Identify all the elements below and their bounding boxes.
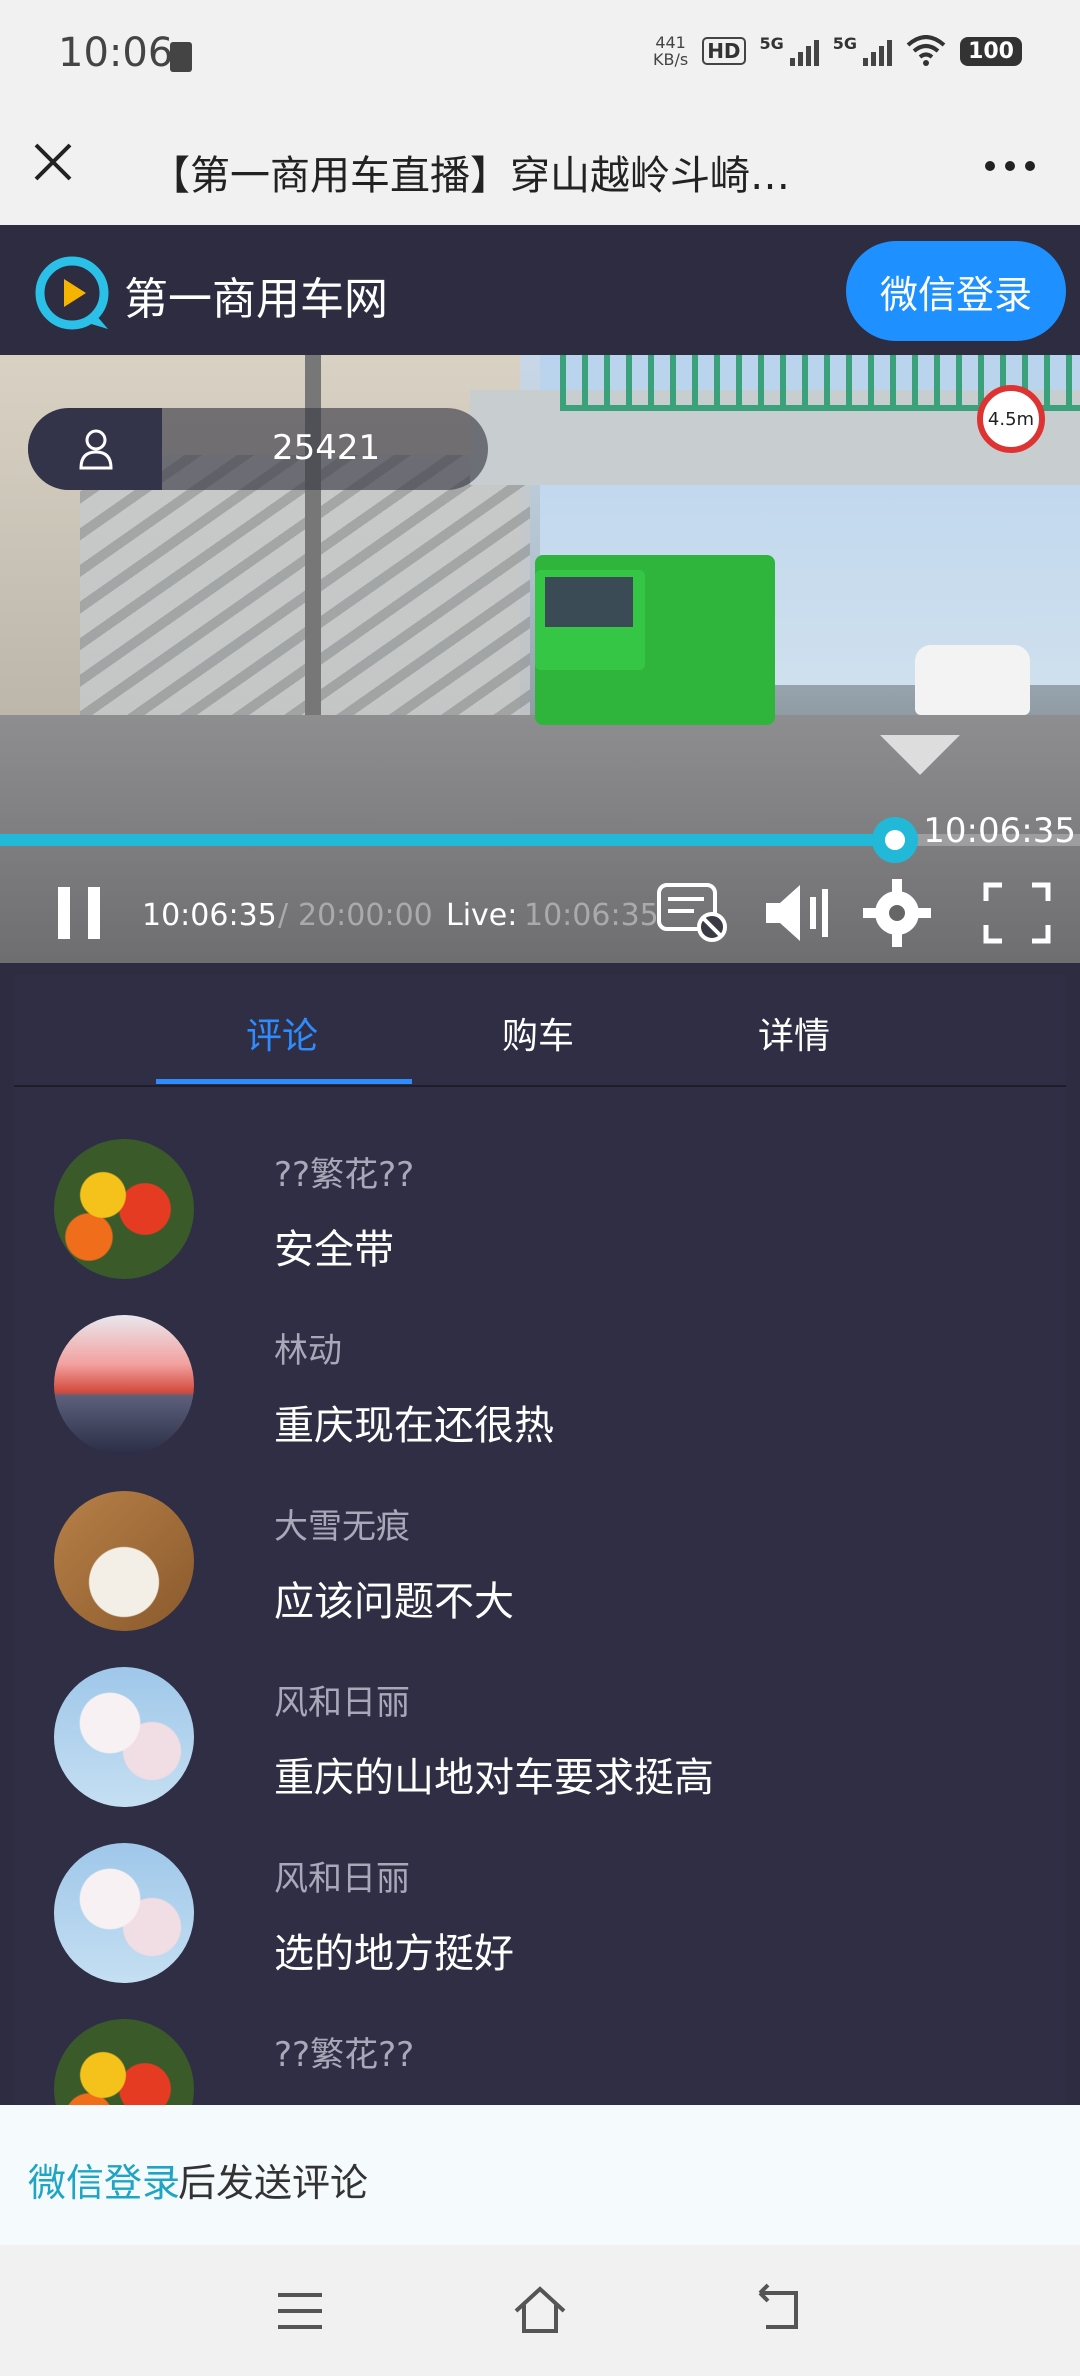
settings-gear-icon[interactable] — [860, 879, 934, 947]
comment-username: 林动 — [274, 1331, 342, 1371]
blossom-avatar — [54, 1843, 194, 1983]
hd-icon: HD — [702, 37, 746, 65]
fullscreen-icon[interactable] — [980, 879, 1054, 947]
comment-item: 林动 重庆现在还很热 — [54, 1315, 1054, 1491]
network-type-2: 5G — [832, 34, 858, 53]
comment-text: 重庆的山地对车要求挺高 — [274, 1755, 714, 1801]
comment-text: 选的地方挺好 — [274, 1931, 514, 1977]
content-tabs: 评论 购车 详情 — [14, 975, 1066, 1087]
blossom-avatar — [54, 1667, 194, 1807]
home-icon[interactable] — [512, 2283, 568, 2339]
progress-fill — [0, 834, 897, 846]
tab-details[interactable]: 详情 — [758, 1007, 830, 1059]
viewer-count-badge: 25421 — [28, 408, 488, 490]
more-icon[interactable] — [980, 151, 1040, 181]
network-speed-unit: KB/s — [652, 50, 689, 69]
back-icon[interactable] — [752, 2283, 808, 2339]
current-time: 10:06:35 — [142, 898, 277, 933]
live-label: Live: — [446, 898, 518, 933]
status-time: 10:06 — [58, 30, 174, 76]
fox-avatar — [54, 1491, 194, 1631]
signal-icon-2 — [863, 36, 893, 66]
wechat-login-link[interactable]: 微信登录 — [28, 2152, 180, 2207]
sim-card-icon — [170, 42, 192, 72]
video-scene-car — [915, 645, 1030, 715]
flowers-avatar — [54, 2019, 194, 2105]
system-nav-bar — [0, 2245, 1080, 2376]
video-scene-truck-window — [545, 577, 633, 627]
network-speed-value: 441 — [655, 33, 686, 52]
comment-text: 重庆现在还很热 — [274, 1403, 554, 1449]
active-tab-indicator — [156, 1079, 412, 1084]
comment-item: ??繁花?? — [54, 2019, 1054, 2105]
player-controls: 10:06:35 / 20:00:00 Live: 10:06:35 — [0, 863, 1080, 963]
menu-icon[interactable] — [272, 2283, 328, 2339]
tab-comments[interactable]: 评论 — [246, 1007, 318, 1059]
comment-item: 大雪无痕 应该问题不大 — [54, 1491, 1054, 1667]
scrub-time: 10:06:35 — [923, 811, 1076, 851]
comment-username: 风和日丽 — [274, 1683, 410, 1723]
viewer-count: 25421 — [272, 428, 381, 468]
comment-list[interactable]: ??繁花?? 安全带 林动 重庆现在还很热 大雪无痕 应该问题不大 风和日丽 重… — [14, 1087, 1066, 2105]
browser-title-bar: 【第一商用车直播】穿山越岭斗崎… — [0, 115, 1080, 225]
flowers-avatar — [54, 1139, 194, 1279]
comment-item: 风和日丽 选的地方挺好 — [54, 1843, 1054, 2019]
road-arrow-mark — [880, 735, 960, 775]
comment-username: 风和日丽 — [274, 1859, 410, 1899]
close-icon[interactable] — [28, 137, 78, 187]
site-header: 第一商用车网 微信登录 — [0, 225, 1080, 355]
battery-icon: 100 — [960, 36, 1022, 66]
user-icon — [79, 429, 113, 470]
site-logo-icon — [35, 256, 109, 330]
status-bar: 10:06 441 KB/s HD 5G 5G 100 — [0, 0, 1080, 115]
volume-icon[interactable] — [760, 879, 834, 947]
page-title: 【第一商用车直播】穿山越岭斗崎… — [150, 153, 790, 199]
comment-item: ??繁花?? 安全带 — [54, 1139, 1054, 1315]
comment-item: 风和日丽 重庆的山地对车要求挺高 — [54, 1667, 1054, 1843]
status-indicators: 441 KB/s HD 5G 5G 100 — [653, 34, 1022, 68]
pause-icon[interactable] — [56, 885, 102, 941]
network-speed: 441 KB/s — [653, 34, 688, 68]
wifi-icon — [906, 35, 946, 66]
comment-username: ??繁花?? — [274, 1155, 415, 1195]
tab-buy-car[interactable]: 购车 — [502, 1007, 574, 1059]
signal-icon — [789, 36, 819, 66]
height-limit-sign: 4.5m — [977, 385, 1045, 453]
sunset-avatar — [54, 1315, 194, 1455]
progress-knob[interactable] — [872, 817, 918, 863]
comment-username: ??繁花?? — [274, 2035, 415, 2075]
comment-text: 安全带 — [274, 1227, 394, 1273]
viewer-icon-wrap — [28, 408, 162, 490]
comment-input-bar: 微信登录 后发送评论 — [0, 2105, 1080, 2245]
wechat-login-button[interactable]: 微信登录 — [846, 241, 1066, 341]
comment-hint: 后发送评论 — [178, 2161, 369, 2205]
comment-username: 大雪无痕 — [274, 1507, 410, 1547]
danmaku-off-icon[interactable] — [656, 879, 730, 947]
live-time: 10:06:35 — [524, 898, 659, 933]
time-separator: / — [278, 898, 289, 933]
video-player[interactable]: 4.5m 25421 10:06:35 10:06:35 / 20:00:00 … — [0, 355, 1080, 963]
network-type-1: 5G — [759, 34, 784, 53]
comment-text: 应该问题不大 — [274, 1579, 514, 1625]
site-name: 第一商用车网 — [124, 274, 388, 325]
total-time: 20:00:00 — [298, 898, 433, 933]
